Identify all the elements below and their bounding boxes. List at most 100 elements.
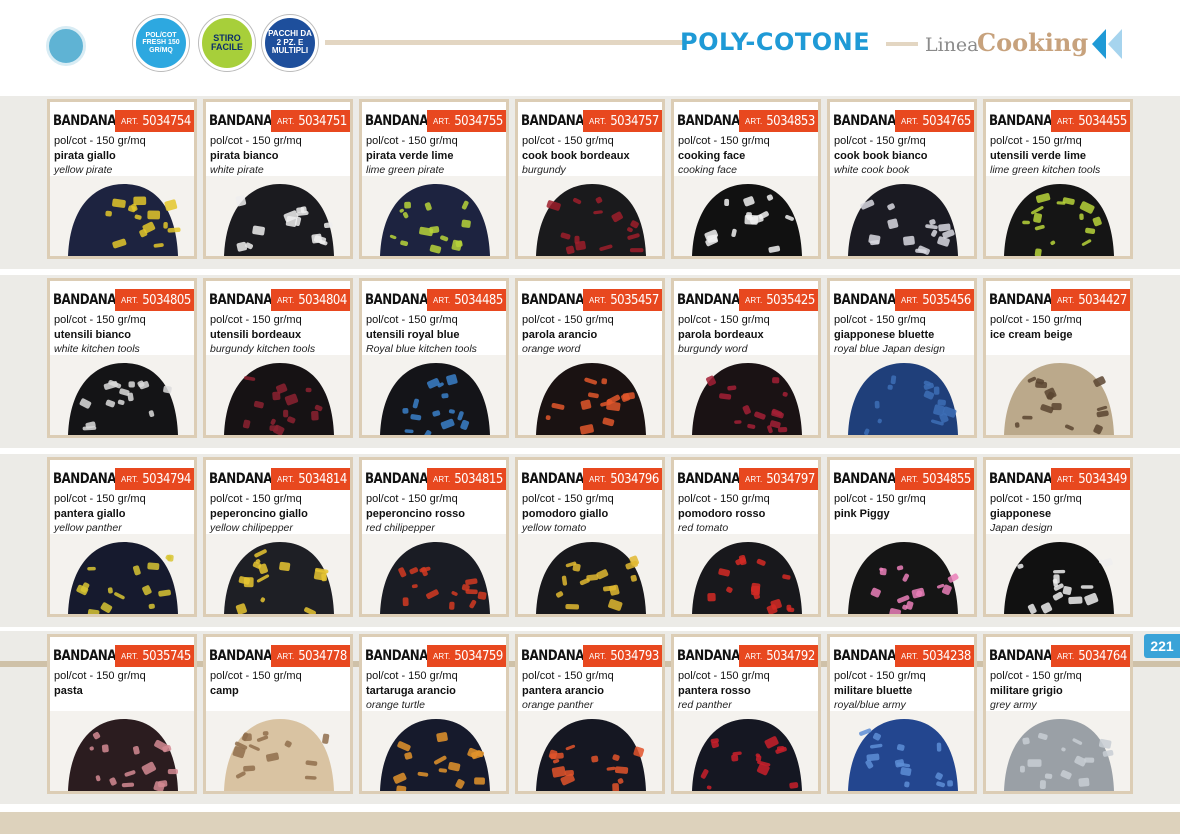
card-header: BANDANA ART. 5034764 [989, 645, 1130, 667]
product-name: utensili bianco [54, 329, 132, 341]
article-prefix: ART. [433, 651, 451, 661]
fabric-spec: pol/cot - 150 gr/mq [522, 314, 614, 326]
product-image [986, 176, 1130, 256]
fabric-spec: pol/cot - 150 gr/mq [678, 135, 770, 147]
product-image [50, 711, 194, 791]
product-type: BANDANA [521, 648, 584, 664]
fabric-spec: pol/cot - 150 gr/mq [834, 493, 926, 505]
card-header: BANDANA ART. 5035425 [677, 289, 818, 311]
product-card[interactable]: BANDANA ART. 5034754 pol/cot - 150 gr/mq pir… [47, 99, 197, 259]
product-card[interactable]: BANDANA ART. 5034805 pol/cot - 150 gr/mq ute… [47, 278, 197, 438]
fabric-spec: pol/cot - 150 gr/mq [210, 135, 302, 147]
card-header: BANDANA ART. 5034794 [53, 468, 194, 490]
article-number: 5034797 [766, 471, 815, 487]
card-header: BANDANA ART. 5034792 [677, 645, 818, 667]
product-card[interactable]: BANDANA ART. 5035425 pol/cot - 150 gr/mq par… [671, 278, 821, 438]
product-card[interactable]: BANDANA ART. 5034764 pol/cot - 150 gr/mq mil… [983, 634, 1133, 794]
fabric-spec: pol/cot - 150 gr/mq [990, 493, 1082, 505]
product-card[interactable]: BANDANA ART. 5034792 pol/cot - 150 gr/mq pan… [671, 634, 821, 794]
article-prefix: ART. [433, 295, 451, 305]
product-card[interactable]: BANDANA ART. 5034814 pol/cot - 150 gr/mq pep… [203, 457, 353, 617]
product-card[interactable]: BANDANA ART. 5034815 pol/cot - 150 gr/mq pep… [359, 457, 509, 617]
product-name-english: yellow tomato [522, 522, 587, 534]
fabric-spec: pol/cot - 150 gr/mq [522, 493, 614, 505]
footer-bar [0, 812, 1180, 834]
article-tag: ART. 5034853 [739, 110, 818, 132]
card-header: BANDANA ART. 5034765 [833, 110, 974, 132]
product-type: BANDANA [209, 471, 272, 487]
article-number: 5034759 [454, 648, 503, 664]
product-card[interactable]: BANDANA ART. 5035457 pol/cot - 150 gr/mq par… [515, 278, 665, 438]
product-name: militare bluette [834, 685, 913, 697]
line-label: Linea [925, 34, 979, 56]
product-name: ice cream beige [990, 329, 1073, 341]
product-card[interactable]: BANDANA ART. 5034755 pol/cot - 150 gr/mq pir… [359, 99, 509, 259]
product-type: BANDANA [365, 471, 428, 487]
article-prefix: ART. [277, 651, 295, 661]
product-card[interactable]: BANDANA ART. 5034804 pol/cot - 150 gr/mq ute… [203, 278, 353, 438]
product-type: BANDANA [833, 648, 896, 664]
card-header: BANDANA ART. 5034349 [989, 468, 1130, 490]
product-card[interactable]: BANDANA ART. 5034757 pol/cot - 150 gr/mq coo… [515, 99, 665, 259]
article-number: 5034855 [922, 471, 971, 487]
product-card[interactable]: BANDANA ART. 5034455 pol/cot - 150 gr/mq ute… [983, 99, 1133, 259]
product-image [206, 711, 350, 791]
article-prefix: ART. [1057, 651, 1075, 661]
product-card[interactable]: BANDANA ART. 5034853 pol/cot - 150 gr/mq coo… [671, 99, 821, 259]
product-name: pirata verde lime [366, 150, 454, 162]
product-name: pirata bianco [210, 150, 279, 162]
product-type: BANDANA [521, 113, 584, 129]
product-card[interactable]: BANDANA ART. 5034794 pol/cot - 150 gr/mq pan… [47, 457, 197, 617]
product-name: cooking face [678, 150, 746, 162]
pack-badge: PACCHI DA 2 PZ. E MULTIPLI [262, 15, 318, 71]
article-tag: ART. 5034754 [115, 110, 194, 132]
article-prefix: ART. [901, 651, 919, 661]
product-name: utensili bordeaux [210, 329, 302, 341]
product-card[interactable]: BANDANA ART. 5034238 pol/cot - 150 gr/mq mil… [827, 634, 977, 794]
article-tag: ART. 5034792 [739, 645, 818, 667]
product-card[interactable]: BANDANA ART. 5034778 pol/cot - 150 gr/mq cam… [203, 634, 353, 794]
article-number: 5034794 [142, 471, 191, 487]
article-prefix: ART. [1057, 116, 1075, 126]
product-name: militare grigio [990, 685, 1063, 697]
product-card[interactable]: BANDANA ART. 5034855 pol/cot - 150 gr/mq pin… [827, 457, 977, 617]
card-header: BANDANA ART. 5034754 [53, 110, 194, 132]
product-card[interactable]: BANDANA ART. 5034427 pol/cot - 150 gr/mq ice… [983, 278, 1133, 438]
product-image [518, 176, 662, 256]
product-card[interactable]: BANDANA ART. 5034765 pol/cot - 150 gr/mq coo… [827, 99, 977, 259]
product-name: pantera giallo [54, 508, 126, 520]
fresh-fabric-badge: POL/COT FRESH 150 GR/MQ [133, 15, 189, 71]
article-prefix: ART. [589, 651, 607, 661]
product-card[interactable]: BANDANA ART. 5034793 pol/cot - 150 gr/mq pan… [515, 634, 665, 794]
product-card[interactable]: BANDANA ART. 5034751 pol/cot - 150 gr/mq pir… [203, 99, 353, 259]
product-card[interactable]: BANDANA ART. 5034349 pol/cot - 150 gr/mq gia… [983, 457, 1133, 617]
card-header: BANDANA ART. 5035745 [53, 645, 194, 667]
product-card[interactable]: BANDANA ART. 5034759 pol/cot - 150 gr/mq tar… [359, 634, 509, 794]
product-card[interactable]: BANDANA ART. 5034797 pol/cot - 150 gr/mq pom… [671, 457, 821, 617]
product-image [362, 176, 506, 256]
product-card[interactable]: BANDANA ART. 5035745 pol/cot - 150 gr/mq pas… [47, 634, 197, 794]
fabric-spec: pol/cot - 150 gr/mq [54, 135, 146, 147]
card-header: BANDANA ART. 5034759 [365, 645, 506, 667]
product-name: pasta [54, 685, 83, 697]
product-name-english: grey army [990, 699, 1037, 711]
card-header: BANDANA ART. 5034751 [209, 110, 350, 132]
article-tag: ART. 5034796 [583, 468, 662, 490]
product-card[interactable]: BANDANA ART. 5034796 pol/cot - 150 gr/mq pom… [515, 457, 665, 617]
article-prefix: ART. [901, 474, 919, 484]
article-number: 5034238 [922, 648, 971, 664]
product-name-english: white kitchen tools [54, 343, 140, 355]
product-card[interactable]: BANDANA ART. 5035456 pol/cot - 150 gr/mq gia… [827, 278, 977, 438]
product-image [50, 534, 194, 614]
product-name-english: lime green pirate [366, 164, 445, 176]
article-number: 5034815 [454, 471, 503, 487]
fabric-spec: pol/cot - 150 gr/mq [834, 135, 926, 147]
card-header: BANDANA ART. 5034755 [365, 110, 506, 132]
card-header: BANDANA ART. 5034485 [365, 289, 506, 311]
product-image [206, 176, 350, 256]
fabric-spec: pol/cot - 150 gr/mq [678, 493, 770, 505]
product-name-english: burgundy kitchen tools [210, 343, 316, 355]
product-card[interactable]: BANDANA ART. 5034485 pol/cot - 150 gr/mq ute… [359, 278, 509, 438]
fabric-spec: pol/cot - 150 gr/mq [54, 670, 146, 682]
article-tag: ART. 5034427 [1051, 289, 1130, 311]
